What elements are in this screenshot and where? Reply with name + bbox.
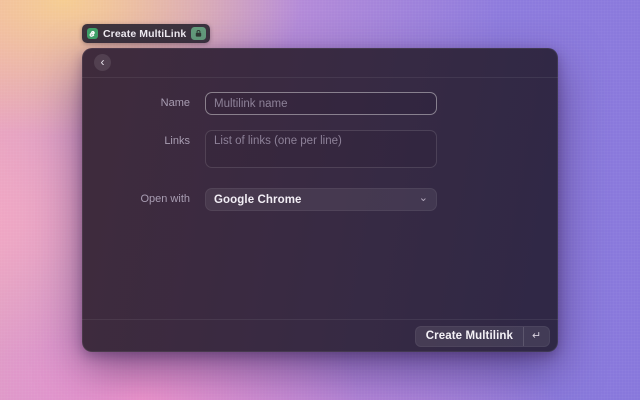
name-input[interactable]	[205, 92, 437, 115]
name-label: Name	[82, 92, 190, 109]
window-footer: Create Multilink ↵	[82, 319, 558, 352]
back-button[interactable]: ‹	[94, 54, 111, 71]
links-row: Links	[82, 130, 190, 147]
open-with-value: Google Chrome	[214, 194, 302, 206]
multilink-app-icon	[87, 28, 98, 39]
toast-label: Create MultiLink	[103, 28, 186, 40]
open-with-dropdown[interactable]: Google Chrome ⌄	[205, 188, 437, 211]
lock-icon	[191, 27, 206, 40]
create-multilink-button[interactable]: Create Multilink ↵	[415, 326, 550, 347]
window-header: ‹	[82, 48, 558, 78]
toast-create-multilink[interactable]: Create MultiLink	[82, 24, 210, 43]
name-row: Name	[82, 92, 190, 109]
enter-key-icon: ↵	[524, 326, 549, 347]
create-multilink-window: ‹ Name Links Open with Google Chrome ⌄ C…	[82, 48, 558, 352]
open-with-label: Open with	[82, 188, 190, 205]
chevron-left-icon: ‹	[101, 56, 105, 68]
open-with-row: Open with Google Chrome ⌄	[82, 188, 190, 205]
links-label: Links	[82, 130, 190, 147]
links-textarea[interactable]	[205, 130, 437, 168]
create-multilink-button-label: Create Multilink	[416, 330, 523, 342]
